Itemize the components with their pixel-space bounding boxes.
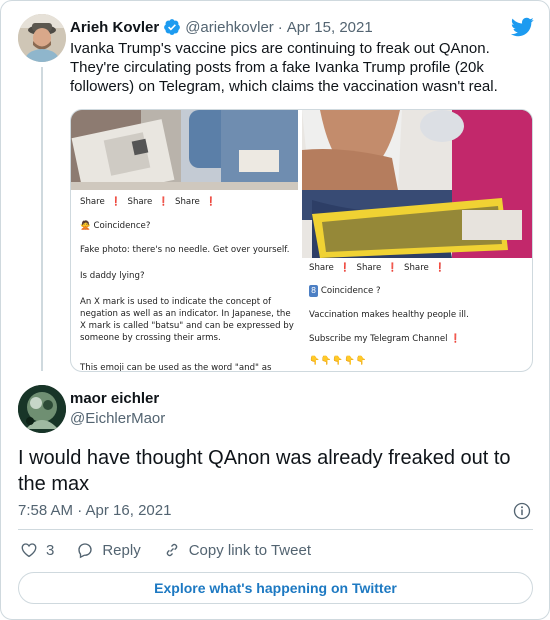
left-coincidence-label: Coincidence? (93, 221, 151, 231)
right-line-2: Subscribe my Telegram Channel ❗ (309, 333, 461, 345)
parent-tweet-header: Arieh Kovler @ariehkovler · Apr 15, 2021 (70, 17, 373, 37)
left-coincidence: 🙅 Coincidence? (80, 220, 150, 232)
parent-author-name[interactable]: Arieh Kovler (70, 19, 159, 36)
reply-timestamp[interactable]: 7:58 AM · Apr 16, 2021 (18, 502, 171, 519)
reply-label: Reply (102, 541, 141, 559)
reply-tweet-text: I would have thought QAnon was already f… (18, 447, 511, 495)
like-action[interactable]: 3 (20, 541, 54, 559)
explore-twitter-button[interactable]: Explore what's happening on Twitter (18, 572, 533, 604)
media-image-left[interactable]: Share ❗ Share ❗ Share ❗ 🙅 Coincidence? Fake… (71, 110, 300, 372)
exclamation-icon: ❗ (110, 197, 122, 207)
copy-link-label: Copy link to Tweet (188, 541, 311, 559)
share-label: Share (356, 263, 382, 273)
left-line-4: This emoji can be used as the word "and"… (80, 363, 272, 372)
tweet-embed-card: Arieh Kovler @ariehkovler · Apr 15, 2021… (0, 0, 550, 620)
reply-bubble-icon (78, 543, 93, 559)
exclamation-icon: ❗ (339, 263, 351, 273)
right-share-row: Share ❗ Share ❗ Share ❗ (309, 262, 446, 274)
tweet-media-grid[interactable]: Share ❗ Share ❗ Share ❗ 🙅 Coincidence? Fake… (70, 109, 533, 372)
right-coincidence-label: Coincidence ? (320, 286, 381, 296)
exclamation-icon: ❗ (387, 263, 399, 273)
vaccine-photo-right (302, 110, 532, 258)
person-gesture-icon: 🙅 (80, 221, 91, 231)
vaccine-photo-left (71, 110, 298, 190)
share-label: Share (80, 197, 105, 207)
copy-link-action[interactable]: Copy link to Tweet (163, 541, 311, 559)
reply-action[interactable]: Reply (76, 541, 141, 559)
right-line-1: Vaccination makes healthy people ill. (309, 310, 469, 320)
right-coincidence: 8 Coincidence ? (309, 285, 381, 297)
media-image-right[interactable]: Share ❗ Share ❗ Share ❗ 8 Coincidence ? Vac… (302, 110, 532, 371)
twitter-bird-icon[interactable] (510, 15, 534, 39)
reply-author-avatar[interactable] (18, 385, 66, 433)
like-count: 3 (46, 541, 55, 559)
thread-connector (41, 67, 43, 371)
parent-tweet-text: Ivanka Trump's vaccine pics are continui… (70, 40, 498, 95)
parent-author-handle[interactable]: @ariehkovler (185, 19, 274, 36)
divider (18, 529, 533, 530)
link-icon (166, 543, 177, 557)
exclamation-icon: ❗ (434, 263, 446, 273)
left-line-2: Is daddy lying? (80, 271, 145, 281)
right-line-2-text: Subscribe my Telegram Channel (309, 334, 448, 344)
pointing-down-icons: 👇👇👇👇👇 (309, 356, 368, 366)
number-eight-icon: 8 (309, 285, 319, 297)
share-label: Share (175, 197, 200, 207)
parent-tweet-date[interactable]: Apr 15, 2021 (287, 19, 373, 36)
heart-icon (21, 543, 37, 558)
reply-author-handle[interactable]: @EichlerMaor (70, 410, 165, 427)
separator-dot: · (277, 18, 283, 36)
exclamation-icon: ❗ (158, 197, 170, 207)
exclamation-icon: ❗ (450, 334, 461, 344)
verified-badge-icon (163, 18, 181, 36)
share-label: Share (127, 197, 153, 207)
left-share-row: Share ❗ Share ❗ Share ❗ (80, 196, 217, 208)
share-label: Share (309, 263, 334, 273)
left-line-3: An X mark is used to indicate the concep… (80, 297, 294, 343)
info-icon[interactable] (513, 502, 531, 520)
action-bar: 3 Reply Copy link to Tweet (20, 541, 333, 559)
share-label: Share (404, 263, 429, 273)
parent-author-avatar[interactable] (18, 14, 66, 62)
left-line-1: Fake photo: there's no needle. Get over … (80, 245, 290, 255)
exclamation-icon: ❗ (205, 197, 217, 207)
reply-author-name[interactable]: maor eichler (70, 390, 159, 407)
